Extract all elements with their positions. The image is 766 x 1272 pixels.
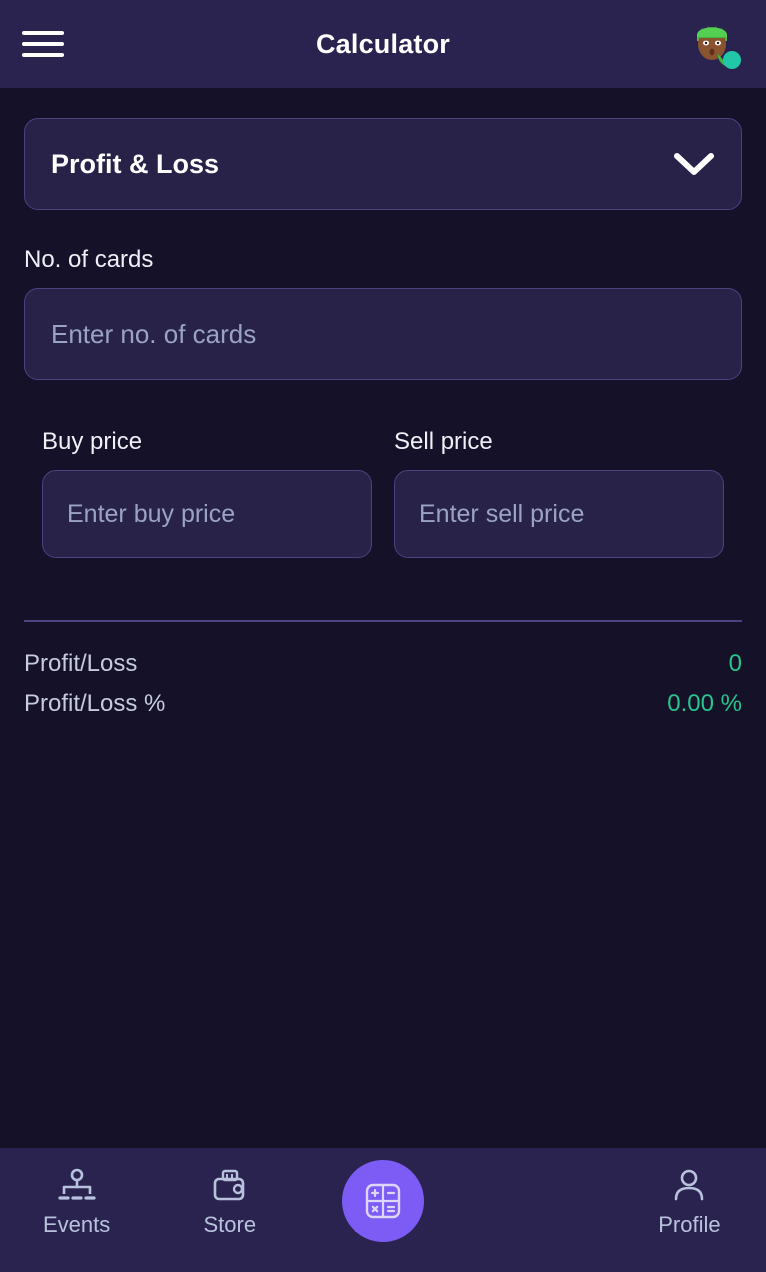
mode-dropdown[interactable]: Profit & Loss (24, 118, 742, 210)
app-header: Calculator (0, 0, 766, 88)
buy-price-group: Buy price (42, 428, 372, 558)
calculator-icon (365, 1183, 401, 1219)
calculator-content: Profit & Loss No. of cards Buy price Sel… (0, 88, 766, 1148)
sell-price-label: Sell price (394, 428, 493, 455)
sell-price-group: Sell price (394, 428, 724, 558)
nav-label-events: Events (42, 1212, 111, 1237)
user-avatar-icon (697, 26, 741, 69)
profit-loss-value: 0 (728, 650, 742, 677)
result-row: Profit/Loss 0 (24, 644, 742, 684)
hamburger-bar (22, 53, 64, 57)
nav-label-profile: Profile (658, 1212, 721, 1237)
hamburger-bar (22, 42, 64, 46)
mode-dropdown-value: Profit & Loss (51, 148, 220, 179)
cards-input[interactable] (24, 288, 742, 380)
nav-item-events[interactable]: Events (0, 1166, 153, 1238)
result-row: Profit/Loss % 0.00 % (24, 684, 742, 724)
buy-price-input[interactable] (42, 470, 372, 558)
chevron-down-icon (674, 153, 714, 175)
page-title: Calculator (315, 28, 451, 59)
bottom-navigation: Events Store Home (0, 1148, 766, 1272)
avatar[interactable] (680, 12, 744, 76)
person-icon (670, 1166, 708, 1206)
nav-item-profile[interactable]: Profile (613, 1166, 766, 1238)
price-fields-row: Buy price Sell price (24, 428, 742, 558)
hierarchy-icon (57, 1166, 96, 1206)
sell-price-input[interactable] (394, 470, 724, 558)
cards-field-label: No. of cards (24, 246, 154, 273)
profit-loss-percent-value: 0.00 % (667, 690, 742, 717)
nav-label-store: Store (203, 1212, 257, 1237)
wallet-icon (211, 1166, 249, 1206)
hamburger-bar (22, 31, 64, 35)
profit-loss-percent-label: Profit/Loss % (24, 690, 166, 717)
nav-item-store[interactable]: Store (153, 1166, 306, 1238)
hamburger-menu-icon[interactable] (22, 27, 64, 61)
buy-price-label: Buy price (42, 428, 143, 455)
profit-loss-label: Profit/Loss (24, 650, 138, 677)
app-screen: Calculator Profit & Loss No. of cards En… (0, 0, 766, 1272)
calculator-fab-button[interactable] (342, 1160, 424, 1242)
results-divider (24, 620, 742, 622)
